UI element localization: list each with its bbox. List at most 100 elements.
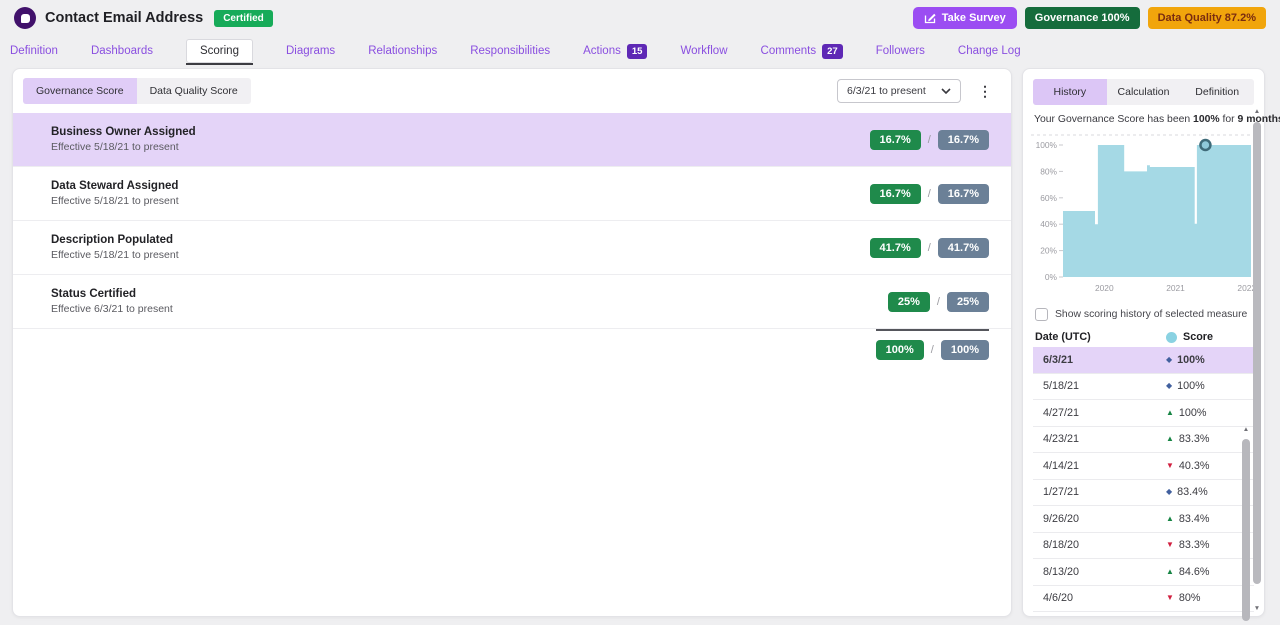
tab-workflow[interactable]: Workflow bbox=[680, 45, 727, 57]
app-logo-icon[interactable] bbox=[14, 7, 36, 29]
history-row[interactable]: 5/18/21◆100% bbox=[1033, 374, 1254, 401]
tab-relationships[interactable]: Relationships bbox=[368, 45, 437, 57]
measure-effective-date: Effective 5/18/21 to present bbox=[51, 249, 179, 261]
tab-label: Workflow bbox=[680, 45, 727, 57]
history-score: ▲ 83.3% bbox=[1166, 433, 1230, 445]
history-score: ▼ 83.3% bbox=[1166, 539, 1230, 551]
trend-flat-icon: ◆ bbox=[1166, 488, 1172, 496]
measure-row[interactable]: Description Populated Effective 5/18/21 t… bbox=[13, 221, 1011, 275]
tab-scoring[interactable]: Scoring bbox=[186, 39, 253, 63]
history-score-value: 83.3% bbox=[1179, 539, 1210, 551]
governance-score-badge[interactable]: Governance 100% bbox=[1025, 7, 1140, 29]
history-score: ▲100% bbox=[1166, 407, 1230, 419]
measure-info: Business Owner AssignedEffective 5/18/21… bbox=[51, 126, 196, 153]
scroll-up-icon[interactable]: ▲ bbox=[1253, 109, 1261, 116]
panel-scrollbar-thumb[interactable] bbox=[1253, 122, 1261, 584]
total-row: 100% / 100% bbox=[13, 329, 1011, 360]
tab-followers[interactable]: Followers bbox=[876, 45, 925, 57]
history-row[interactable]: 4/27/21▲100% bbox=[1033, 400, 1254, 427]
history-row[interactable]: 9/26/20 ▲83.4% bbox=[1033, 506, 1254, 533]
tab-label: Followers bbox=[876, 45, 925, 57]
kebab-menu-button[interactable]: ⋮ bbox=[972, 83, 998, 99]
trend-down-icon: ▼ bbox=[1166, 594, 1174, 602]
tab-calculation[interactable]: Calculation bbox=[1107, 79, 1181, 105]
measure-effective-date: Effective 5/18/21 to present bbox=[51, 141, 196, 153]
measure-row[interactable]: Data Steward AssignedEffective 5/18/21 t… bbox=[13, 167, 1011, 221]
scroll-up-icon[interactable]: ▲ bbox=[1242, 427, 1250, 434]
tab-count-badge: 15 bbox=[627, 44, 648, 59]
history-score: ▼ 80% bbox=[1166, 592, 1230, 604]
tab-label: Actions bbox=[583, 45, 621, 57]
history-row[interactable]: 8/13/20▲84.6% bbox=[1033, 559, 1254, 586]
tab-actions[interactable]: Actions 15 bbox=[583, 44, 647, 59]
svg-text:2021: 2021 bbox=[1166, 283, 1185, 293]
tab-definition[interactable]: Definition bbox=[10, 45, 58, 57]
out-of-badge: 41.7% bbox=[938, 238, 989, 258]
asset-title: Contact Email Address bbox=[45, 10, 203, 26]
take-survey-button[interactable]: Take Survey bbox=[913, 7, 1017, 29]
slash-separator: / bbox=[928, 134, 931, 146]
history-score-value: 83.4% bbox=[1179, 513, 1210, 525]
panel-scrollbar[interactable]: ▲ ▼ bbox=[1253, 109, 1262, 612]
history-score: ◆100% bbox=[1166, 380, 1230, 392]
tab-governance-score[interactable]: Governance Score bbox=[23, 78, 137, 104]
history-row[interactable]: 1/27/21◆83.4% bbox=[1033, 480, 1254, 507]
measure-scores: 25%/25% bbox=[888, 292, 989, 312]
measure-row[interactable]: Business Owner AssignedEffective 5/18/21… bbox=[13, 113, 1011, 167]
tab-label: Change Log bbox=[958, 45, 1021, 57]
tab-bar: Definition Dashboards Scoring Diagrams Relat… bbox=[0, 36, 1280, 66]
tab-comments[interactable]: Comments27 bbox=[761, 44, 843, 59]
trend-down-icon: ▼ bbox=[1166, 541, 1174, 549]
history-table: 6/3/21◆100%5/18/21◆100%4/27/21▲100%4/23/… bbox=[1033, 347, 1254, 612]
tab-change-log[interactable]: Change Log bbox=[958, 45, 1021, 57]
history-score: ▲84.6% bbox=[1166, 566, 1230, 578]
tab-data-quality-score[interactable]: Data Quality Score bbox=[137, 78, 251, 104]
history-score-value: 83.4% bbox=[1177, 486, 1208, 498]
history-panel: History Calculation Definition Your Gove… bbox=[1022, 68, 1265, 617]
history-score-value: 80% bbox=[1179, 592, 1201, 604]
measure-info: Status CertifiedEffective 6/3/21 to pres… bbox=[51, 288, 173, 315]
tab-definition[interactable]: Definition bbox=[1180, 79, 1254, 105]
tab-label: Scoring bbox=[200, 45, 239, 57]
svg-text:40%: 40% bbox=[1040, 219, 1057, 229]
data-quality-score-badge[interactable]: Data Quality 87.2% bbox=[1148, 7, 1266, 29]
history-row[interactable]: 6/3/21◆100% bbox=[1033, 347, 1254, 374]
history-score-value: 83.3% bbox=[1179, 433, 1210, 445]
tab-label: Responsibilities bbox=[470, 45, 550, 57]
measure-scores: 41.7%/41.7% bbox=[870, 238, 989, 258]
tab-diagrams[interactable]: Diagrams bbox=[286, 45, 335, 57]
show-history-option: Show scoring history of selected measure bbox=[1035, 308, 1254, 321]
trend-flat-icon: ◆ bbox=[1166, 356, 1172, 364]
table-scrollbar-thumb[interactable] bbox=[1242, 439, 1250, 621]
history-score: ▲83.4% bbox=[1166, 513, 1230, 525]
history-row[interactable]: 8/18/20▼83.3% bbox=[1033, 533, 1254, 560]
out-of-badge: 25% bbox=[947, 292, 989, 312]
history-score-value: 84.6% bbox=[1179, 566, 1210, 578]
history-date: 4/23/21 bbox=[1043, 433, 1079, 445]
scroll-down-icon[interactable]: ▼ bbox=[1253, 606, 1261, 613]
date-range-select[interactable]: 6/3/21 to present bbox=[837, 79, 961, 103]
edit-icon bbox=[924, 12, 936, 24]
tab-label: Diagrams bbox=[286, 45, 335, 57]
score-badge: 16.7% bbox=[870, 130, 921, 150]
measure-row[interactable]: Status CertifiedEffective 6/3/21 to pres… bbox=[13, 275, 1011, 329]
tab-responsibilities[interactable]: Responsibilities bbox=[470, 45, 550, 57]
page-header: Contact Email Address Certified Take Sur… bbox=[0, 0, 1280, 36]
date-column-header: Date (UTC) bbox=[1035, 331, 1091, 343]
show-history-checkbox[interactable] bbox=[1035, 308, 1048, 321]
history-row[interactable]: 4/23/21 ▲ 83.3% bbox=[1033, 427, 1254, 454]
tab-history[interactable]: History bbox=[1033, 79, 1107, 105]
history-date: 9/26/20 bbox=[1043, 513, 1079, 525]
trend-up-icon: ▲ bbox=[1166, 435, 1174, 443]
slash-separator: / bbox=[937, 296, 940, 308]
history-row[interactable]: 4/14/21▼40.3% bbox=[1033, 453, 1254, 480]
history-row[interactable]: 4/6/20▼80% bbox=[1033, 586, 1254, 613]
tab-dashboards[interactable]: Dashboards bbox=[91, 45, 153, 57]
score-legend-dot bbox=[1166, 332, 1177, 343]
table-scrollbar[interactable]: ▲ bbox=[1242, 427, 1250, 625]
history-date: 4/14/21 bbox=[1043, 460, 1079, 472]
measure-name: Description Populated bbox=[51, 234, 179, 246]
history-panel-tabs: History Calculation Definition bbox=[1033, 79, 1254, 105]
score-badge: 41.7% bbox=[870, 238, 921, 258]
measure-scores: 16.7%/16.7% bbox=[870, 130, 989, 150]
